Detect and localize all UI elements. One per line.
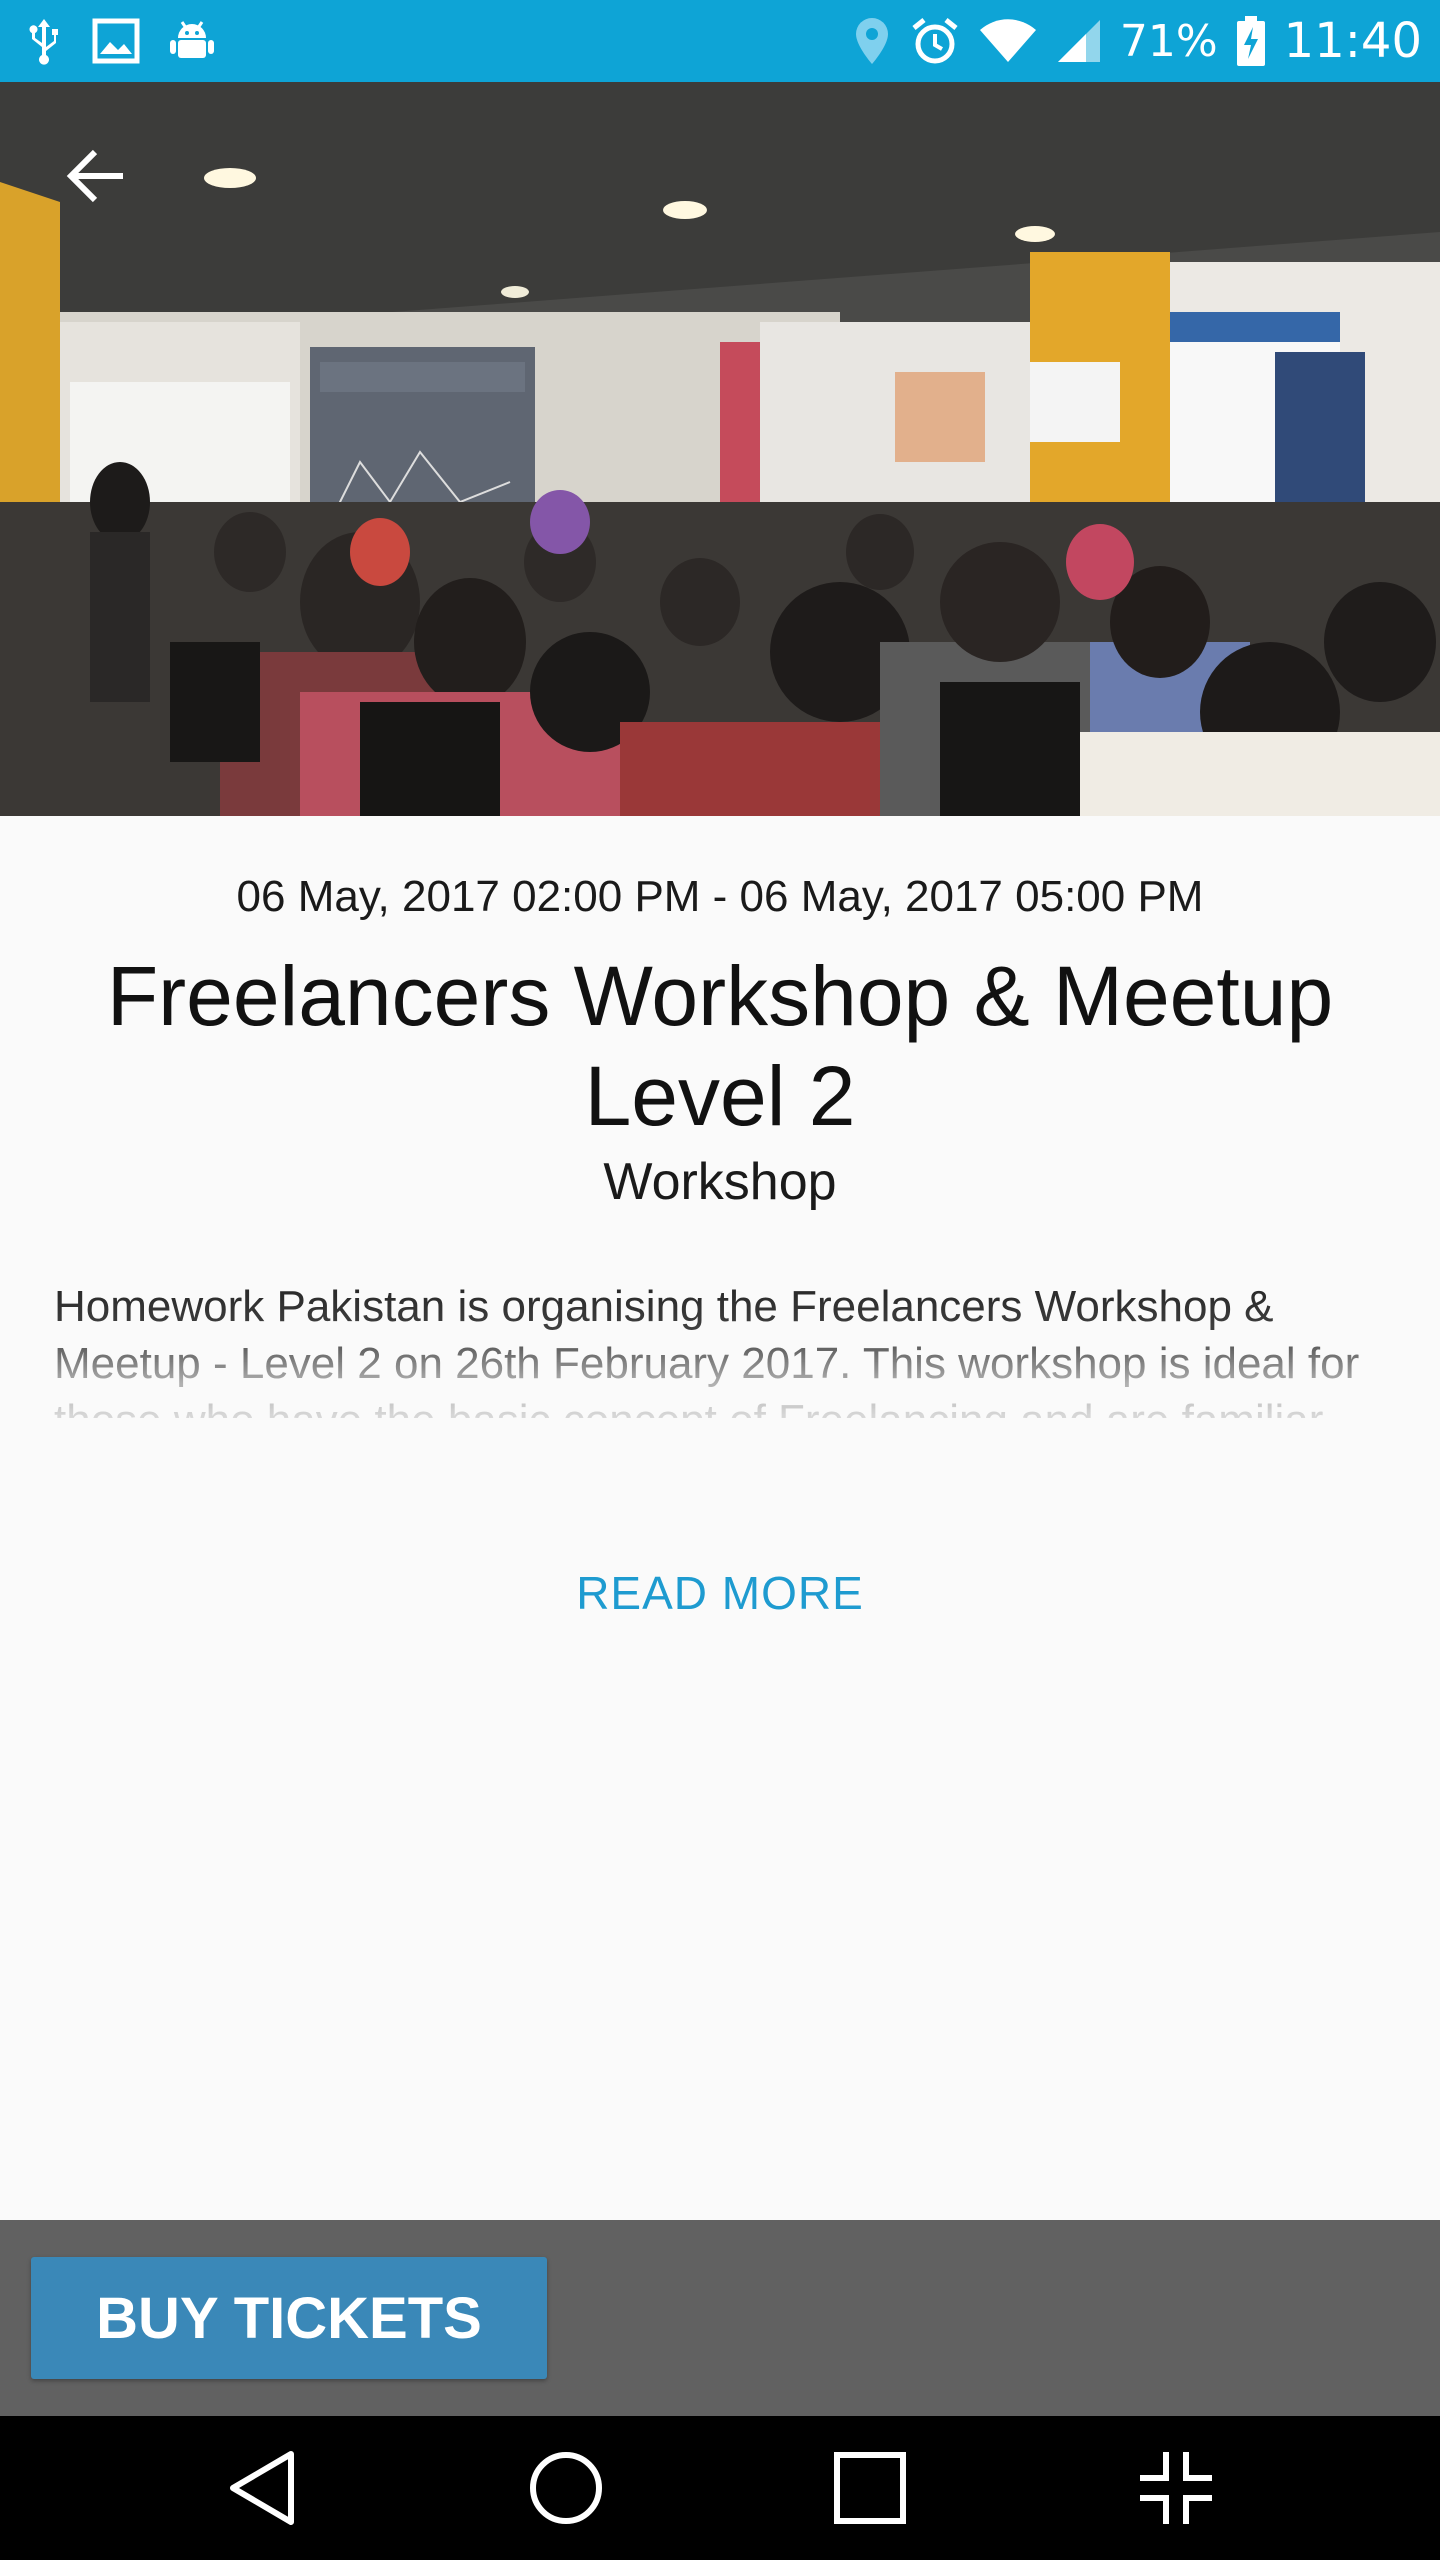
recents-icon (834, 2452, 906, 2524)
home-icon (530, 2452, 602, 2524)
arrow-back-icon (66, 149, 123, 203)
back-button[interactable] (48, 128, 144, 224)
screen: 71% 11:40 06 May, 2017 02:00 PM - 06 May… (0, 0, 1440, 2560)
status-bar: 71% 11:40 (0, 0, 1440, 82)
buy-tickets-button[interactable]: BUY TICKETS (31, 2257, 547, 2379)
image-icon (92, 18, 140, 64)
event-category: Workshop (603, 1153, 837, 1211)
signal-icon (1056, 18, 1102, 64)
event-date-range: 06 May, 2017 02:00 PM - 06 May, 2017 05:… (236, 872, 1204, 921)
location-icon (852, 16, 892, 66)
read-more-button[interactable]: READ MORE (0, 1566, 1440, 1620)
event-title: Freelancers Workshop & Meetup Level 2 (106, 949, 1334, 1143)
alarm-icon (910, 16, 960, 66)
battery-percent: 71% (1119, 15, 1218, 67)
usb-icon (24, 17, 64, 65)
battery-charging-icon (1236, 15, 1266, 67)
nav-fullscreen-exit-button[interactable] (1096, 2416, 1256, 2560)
nav-back-button[interactable] (182, 2416, 342, 2560)
bottom-action-bar: BUY TICKETS (0, 2220, 1440, 2416)
back-icon (230, 2451, 294, 2525)
event-description: Homework Pakistan is organising the Free… (54, 1282, 1360, 1418)
nav-recents-button[interactable] (790, 2416, 950, 2560)
event-hero-image (0, 82, 1440, 816)
hero-photo (0, 82, 1440, 816)
clock: 11:40 (1283, 13, 1422, 69)
status-left-icons (24, 0, 216, 82)
status-right-icons: 71% 11:40 (852, 0, 1422, 82)
wifi-icon (978, 18, 1038, 64)
android-debug-icon (168, 18, 216, 64)
nav-home-button[interactable] (486, 2416, 646, 2560)
fullscreen-exit-icon (1140, 2452, 1212, 2524)
navigation-bar (0, 2416, 1440, 2560)
